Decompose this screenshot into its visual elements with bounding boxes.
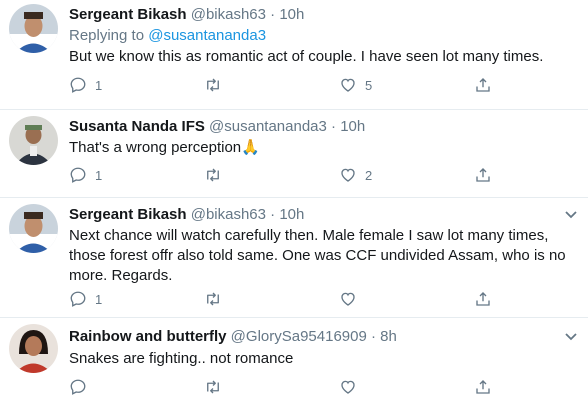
share-button[interactable] <box>474 166 492 184</box>
reply-button[interactable]: 1 <box>69 166 102 184</box>
timestamp[interactable]: 10h <box>340 118 365 135</box>
separator: · <box>270 6 276 23</box>
tweet-actions <box>69 378 499 398</box>
reply-icon <box>70 167 86 183</box>
replying-to-label: Replying to <box>69 27 145 44</box>
share-icon <box>476 78 490 92</box>
display-name[interactable]: Rainbow and butterfly <box>69 328 227 345</box>
avatar-image <box>9 324 58 373</box>
separator: · <box>371 328 376 345</box>
timestamp[interactable]: 10h <box>279 206 304 223</box>
retweet-button[interactable] <box>203 166 231 184</box>
timestamp[interactable]: 8h <box>380 328 397 345</box>
avatar[interactable] <box>9 204 58 253</box>
tweet-text: Snakes are fighting.. not romance <box>69 350 294 367</box>
reply-count: 1 <box>95 291 103 307</box>
reply-icon <box>70 291 86 307</box>
share-button[interactable] <box>474 290 492 308</box>
tweet-text: Next chance will watch carefully then. M… <box>69 227 566 284</box>
tweet-header: Susanta Nanda IFS @susantananda3 · 10h <box>69 118 365 136</box>
like-count: 2 <box>365 167 373 183</box>
tweet-text: But we know this as romantic act of coup… <box>69 48 544 65</box>
tweet-4[interactable]: Rainbow and butterfly @GlorySa95416909 ·… <box>0 318 588 400</box>
tweet-3[interactable]: Sergeant Bikash @bikash63 · 10h Next cha… <box>0 198 588 318</box>
like-icon <box>341 168 355 182</box>
avatar-image <box>9 116 58 165</box>
like-icon <box>341 78 355 92</box>
share-button[interactable] <box>474 378 492 396</box>
user-handle[interactable]: @susantananda3 <box>209 118 327 135</box>
like-button[interactable] <box>339 290 365 308</box>
share-icon <box>476 292 490 306</box>
share-button[interactable] <box>474 76 492 94</box>
retweet-icon <box>207 78 219 92</box>
tweet-header: Sergeant Bikash @bikash63 · 10h <box>69 206 304 224</box>
retweet-button[interactable] <box>203 290 231 308</box>
share-icon <box>476 168 490 182</box>
replying-to: Replying to @susantananda3 <box>69 27 266 45</box>
tweet-actions: 1 <box>69 290 499 310</box>
avatar[interactable] <box>9 116 58 165</box>
timestamp[interactable]: 10h <box>279 6 304 23</box>
avatar-image <box>9 204 58 253</box>
avatar[interactable] <box>9 4 58 53</box>
like-icon <box>341 380 355 394</box>
tweet-actions: 1 5 <box>69 76 499 96</box>
retweet-icon <box>207 168 219 182</box>
reply-count: 1 <box>95 167 103 183</box>
retweet-icon <box>207 380 219 394</box>
retweet-icon <box>207 292 219 306</box>
reply-count: 1 <box>95 77 103 93</box>
reply-icon <box>70 77 86 93</box>
like-icon <box>341 292 355 306</box>
reply-button[interactable] <box>69 378 95 396</box>
display-name[interactable]: Sergeant Bikash <box>69 206 187 223</box>
like-count: 5 <box>365 77 373 93</box>
user-handle[interactable]: @bikash63 <box>191 6 266 23</box>
display-name[interactable]: Sergeant Bikash <box>69 6 187 23</box>
tweet-header: Sergeant Bikash @bikash63 · 10h <box>69 6 304 24</box>
display-name[interactable]: Susanta Nanda IFS <box>69 118 205 135</box>
tweet-1[interactable]: Sergeant Bikash @bikash63 · 10h Replying… <box>0 0 588 110</box>
user-handle[interactable]: @bikash63 <box>191 206 266 223</box>
avatar-image <box>9 4 58 53</box>
retweet-button[interactable] <box>203 378 231 396</box>
tweet-text: That's a wrong perception🙏 <box>69 139 260 156</box>
chevron-down-icon[interactable] <box>564 210 578 220</box>
like-button[interactable] <box>339 378 365 396</box>
share-icon <box>476 380 490 394</box>
chevron-down-icon[interactable] <box>564 332 578 342</box>
reply-icon <box>70 379 86 395</box>
user-handle[interactable]: @GlorySa95416909 <box>231 328 367 345</box>
tweet-header: Rainbow and butterfly @GlorySa95416909 ·… <box>69 328 397 346</box>
reply-button[interactable]: 1 <box>69 290 102 308</box>
retweet-button[interactable] <box>203 76 231 94</box>
separator: · <box>270 206 276 223</box>
reply-button[interactable]: 1 <box>69 76 102 94</box>
avatar[interactable] <box>9 324 58 373</box>
separator: · <box>331 118 337 135</box>
replying-to-mention[interactable]: @susantananda3 <box>148 27 266 44</box>
like-button[interactable]: 5 <box>339 76 372 94</box>
like-button[interactable]: 2 <box>339 166 372 184</box>
tweet-2[interactable]: Susanta Nanda IFS @susantananda3 · 10h T… <box>0 110 588 198</box>
tweet-actions: 1 2 <box>69 166 499 186</box>
